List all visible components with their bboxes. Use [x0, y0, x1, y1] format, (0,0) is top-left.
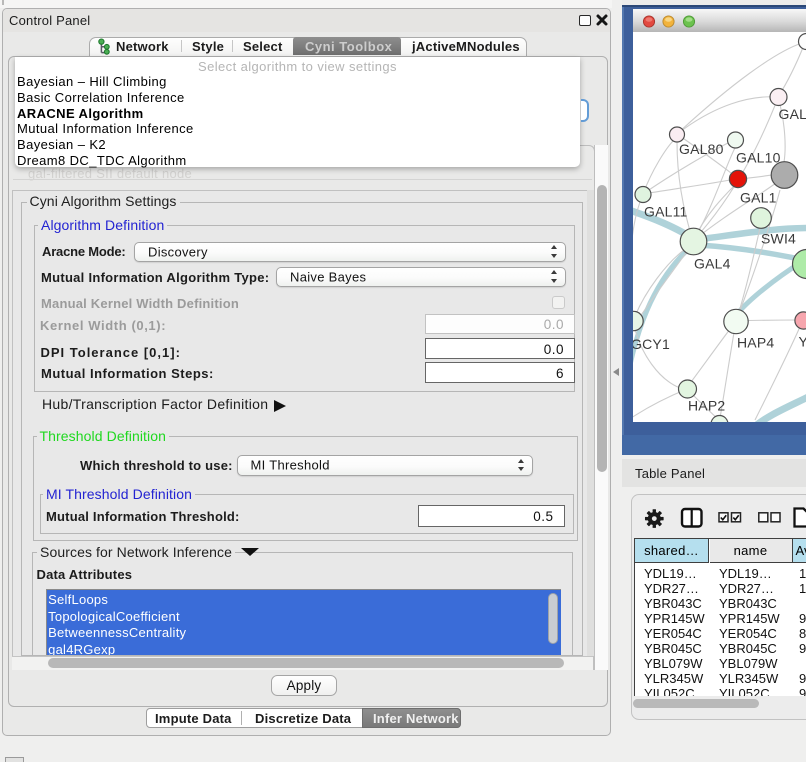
svg-text:GAL80: GAL80	[679, 141, 724, 157]
svg-text:GAL2: GAL2	[779, 106, 806, 122]
svg-text:HAP4: HAP4	[737, 335, 774, 351]
svg-text:GCY1: GCY1	[633, 336, 670, 352]
svg-text:GAL10: GAL10	[736, 150, 781, 166]
svg-text:GAL1: GAL1	[740, 190, 777, 206]
svg-text:GAL11: GAL11	[644, 204, 688, 220]
svg-text:YJL0: YJL0	[799, 334, 806, 350]
svg-text:HAP2: HAP2	[688, 398, 725, 414]
svg-text:GAL4: GAL4	[694, 256, 731, 272]
svg-text:SWI4: SWI4	[761, 231, 796, 247]
